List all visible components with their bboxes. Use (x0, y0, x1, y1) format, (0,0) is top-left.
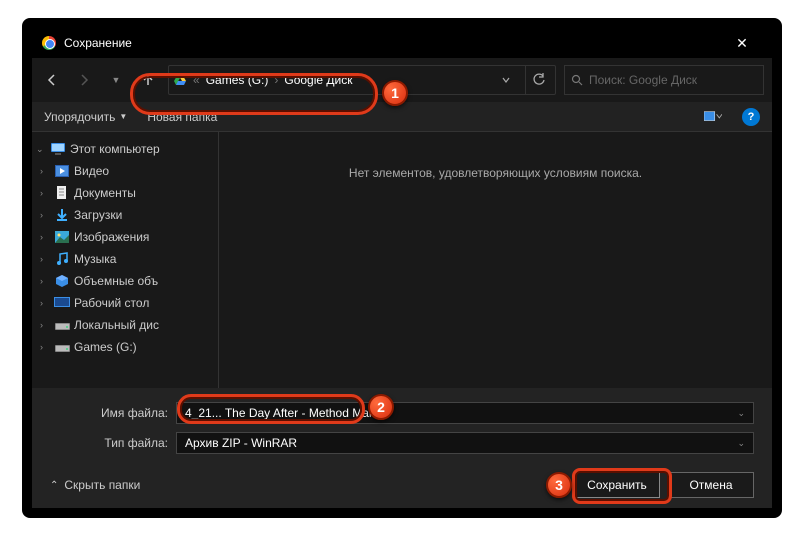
sidebar-item-video[interactable]: › Видео (32, 160, 218, 182)
annotation-marker-3: 3 (546, 472, 572, 498)
save-button[interactable]: Сохранить (574, 472, 660, 498)
filename-label: Имя файла: (50, 406, 176, 420)
breadcrumb-seg-1[interactable]: Games (G:) (206, 73, 269, 87)
cancel-button[interactable]: Отмена (668, 472, 754, 498)
chevron-right-icon: › (274, 73, 278, 87)
toolbar: Упорядочить ▼ Новая папка ? (32, 102, 772, 132)
sidebar-item-downloads[interactable]: › Загрузки (32, 204, 218, 226)
titlebar: Сохранение ✕ (32, 28, 772, 58)
organize-menu[interactable]: Упорядочить ▼ (44, 110, 127, 124)
computer-icon (50, 141, 66, 157)
content-area: ⌄ Этот компьютер › Видео › Документы (32, 132, 772, 388)
sidebar-item-localdisk[interactable]: › Локальный дис (32, 314, 218, 336)
search-input[interactable]: Поиск: Google Диск (564, 65, 764, 95)
sidebar-item-3dobjects[interactable]: › Объемные объ (32, 270, 218, 292)
refresh-button[interactable] (525, 65, 551, 95)
sidebar-item-documents[interactable]: › Документы (32, 182, 218, 204)
search-icon (571, 74, 583, 86)
recent-dropdown[interactable]: ▼ (104, 68, 128, 92)
chevron-down-icon: ⌄ (36, 144, 46, 155)
hide-folders-toggle[interactable]: ⌃ Скрыть папки (50, 478, 140, 492)
window-title: Сохранение (64, 36, 722, 50)
drive-icon (54, 317, 70, 333)
empty-message: Нет элементов, удовлетворяющих условиям … (219, 166, 772, 180)
breadcrumb-seg-2[interactable]: Google Диск (284, 73, 352, 87)
chevron-right-icon: › (40, 276, 50, 286)
filetype-select[interactable]: Архив ZIP - WinRAR ⌄ (176, 432, 754, 454)
close-button[interactable]: ✕ (722, 35, 762, 52)
chevron-down-icon: ⌄ (737, 408, 745, 419)
chevron-right-icon: › (40, 320, 50, 330)
gdrive-icon (173, 73, 187, 87)
help-button[interactable]: ? (742, 108, 760, 126)
chrome-icon (42, 36, 56, 50)
pictures-icon (54, 229, 70, 245)
breadcrumb[interactable]: « Games (G:) › Google Диск (168, 65, 556, 95)
chevron-down-icon: ▼ (119, 112, 127, 121)
annotation-marker-1: 1 (382, 80, 408, 106)
chevron-down-icon: ⌄ (737, 438, 745, 449)
chevron-right-icon: › (40, 210, 50, 220)
bottom-panel: Имя файла: 4_21... The Day After - Metho… (32, 388, 772, 508)
search-placeholder: Поиск: Google Диск (589, 73, 697, 87)
documents-icon (54, 185, 70, 201)
chevron-right-icon: › (40, 232, 50, 242)
new-folder-button[interactable]: Новая папка (147, 110, 217, 124)
sidebar-root-computer[interactable]: ⌄ Этот компьютер (32, 138, 218, 160)
sidebar-item-pictures[interactable]: › Изображения (32, 226, 218, 248)
view-menu[interactable] (704, 110, 722, 124)
up-button[interactable] (136, 68, 160, 92)
drive-icon (54, 339, 70, 355)
desktop-icon (54, 295, 70, 311)
sidebar-item-desktop[interactable]: › Рабочий стол (32, 292, 218, 314)
chevron-right-icon: › (40, 166, 50, 176)
video-icon (54, 163, 70, 179)
sidebar-item-games-drive[interactable]: › Games (G:) (32, 336, 218, 358)
chevron-up-icon: ⌃ (50, 480, 58, 491)
filename-input[interactable]: 4_21... The Day After - Method Man ⌄ (176, 402, 754, 424)
downloads-icon (54, 207, 70, 223)
file-list-area: Нет элементов, удовлетворяющих условиям … (218, 132, 772, 388)
back-button[interactable] (40, 68, 64, 92)
music-icon (54, 251, 70, 267)
sidebar-item-music[interactable]: › Музыка (32, 248, 218, 270)
chevron-right-icon: › (40, 298, 50, 308)
chevron-right-icon: › (40, 342, 50, 352)
breadcrumb-dropdown[interactable] (493, 65, 519, 95)
chevron-right-icon: › (40, 188, 50, 198)
cube-icon (54, 273, 70, 289)
breadcrumb-prefix: « (193, 73, 200, 87)
chevron-right-icon: › (40, 254, 50, 264)
annotation-marker-2: 2 (368, 394, 394, 420)
filetype-label: Тип файла: (50, 436, 176, 450)
forward-button[interactable] (72, 68, 96, 92)
sidebar: ⌄ Этот компьютер › Видео › Документы (32, 132, 218, 388)
